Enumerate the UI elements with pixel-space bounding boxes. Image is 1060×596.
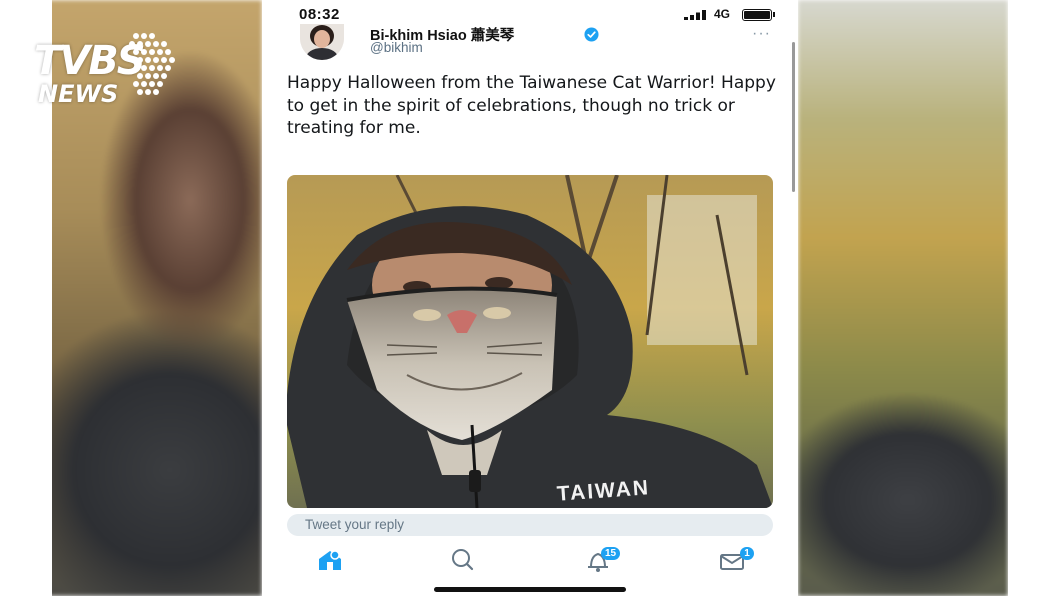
notifications-badge: 15	[601, 547, 621, 560]
search-icon	[452, 549, 474, 571]
photo-image: TAIWAN	[287, 175, 773, 508]
avatar-image	[300, 24, 344, 60]
battery-cap	[773, 12, 775, 17]
author-handle[interactable]: @bikhim	[370, 40, 423, 55]
tweet-text: Happy Halloween from the Taiwanese Cat W…	[287, 73, 776, 138]
scrollbar[interactable]	[792, 42, 795, 192]
signal-icon	[684, 10, 706, 20]
background-right-blurred	[798, 0, 1008, 596]
verified-badge-icon	[584, 27, 599, 42]
right-margin	[1008, 0, 1060, 596]
status-time: 08:32	[299, 6, 340, 23]
messages-badge: 1	[740, 547, 754, 560]
home-indicator[interactable]	[434, 587, 626, 592]
home-icon	[319, 550, 341, 570]
bottom-tab-bar: 15 1	[262, 540, 798, 580]
reply-input[interactable]: Tweet your reply	[287, 514, 773, 536]
author-avatar[interactable]	[300, 24, 344, 60]
logo-sub-text: NEWS	[38, 80, 119, 108]
more-options-icon[interactable]: ···	[752, 25, 771, 43]
tab-search[interactable]	[447, 546, 479, 574]
phone-screen: 08:32 4G Bi-khim Hsiao 蕭美琴 @bikhim ··· H…	[262, 0, 798, 596]
reply-placeholder: Tweet your reply	[305, 517, 405, 532]
logo-dots-icon	[129, 33, 175, 95]
network-type: 4G	[714, 7, 731, 21]
tweet-photo[interactable]: TAIWAN	[287, 175, 773, 508]
tab-home[interactable]	[314, 546, 346, 574]
tvbs-logo: TVBS NEWS	[34, 28, 186, 110]
battery-icon	[742, 9, 772, 21]
